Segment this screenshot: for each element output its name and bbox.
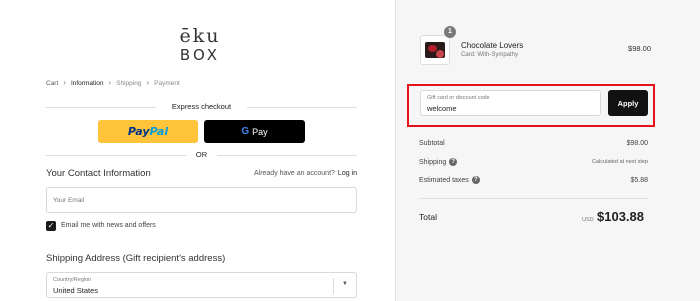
taxes-label: Estimated taxes xyxy=(419,176,469,184)
or-divider: OR xyxy=(46,150,357,159)
account-prompt-text: Already have an account? xyxy=(253,170,335,177)
shipping-value: Calculated at next step xyxy=(592,159,648,165)
chevron-right-icon: › xyxy=(108,78,112,87)
subtotal-value: $98.00 xyxy=(626,140,648,147)
shipping-label: Shipping xyxy=(419,158,447,166)
subtotal-label: Subtotal xyxy=(419,140,445,147)
paypal-button[interactable]: Pay Pal xyxy=(98,120,198,143)
checkmark-icon: ✓ xyxy=(47,221,55,230)
checkout-main-column: ēku BOX Cart › Information › Shipping › … xyxy=(0,0,395,301)
subtotal-row: Subtotal $98.00 xyxy=(419,140,648,147)
login-link[interactable]: Log in xyxy=(338,170,357,177)
product-thumbnail xyxy=(420,35,450,65)
google-g-icon: G xyxy=(241,126,250,137)
taxes-row: Estimated taxes ? $5.88 xyxy=(419,176,648,184)
help-icon[interactable]: ? xyxy=(471,176,480,184)
breadcrumb-shipping: Shipping xyxy=(116,79,142,87)
total-amount: $103.88 xyxy=(597,209,644,224)
logo-line-2: BOX xyxy=(179,46,221,64)
chevron-right-icon: › xyxy=(146,78,150,87)
apply-discount-button[interactable]: Apply xyxy=(608,90,648,116)
account-prompt: Already have an account? Log in xyxy=(254,170,357,177)
thumbnail-chocolate-shape xyxy=(436,50,444,58)
total-currency: USD xyxy=(582,217,594,223)
product-name: Chocolate Lovers xyxy=(461,41,524,50)
select-divider xyxy=(333,278,334,294)
newsletter-label[interactable]: Email me with news and offers xyxy=(61,222,156,229)
help-icon[interactable]: ? xyxy=(449,158,458,166)
email-field[interactable]: Your Email xyxy=(46,187,357,213)
product-variant: Card: With-Sympathy xyxy=(461,52,519,58)
shipping-label-group: Shipping ? xyxy=(419,158,458,166)
paypal-pal-text: Pal xyxy=(149,125,169,138)
summary-divider xyxy=(419,198,648,199)
discount-code-label: Gift card or discount code xyxy=(427,95,490,101)
product-price: $98.00 xyxy=(628,44,651,53)
chevron-right-icon: › xyxy=(63,78,66,87)
google-pay-button[interactable]: G Pay xyxy=(204,120,305,143)
paypal-pay-text: Pay xyxy=(127,125,150,138)
discount-code-input[interactable]: Gift card or discount code welcome xyxy=(420,90,601,116)
logo-line-1: ēku xyxy=(179,25,221,47)
discount-code-value: welcome xyxy=(427,104,457,113)
express-checkout-heading: Express checkout xyxy=(46,102,357,111)
taxes-label-group: Estimated taxes ? xyxy=(419,176,480,184)
total-label: Total xyxy=(419,212,437,222)
store-logo[interactable]: ēku BOX xyxy=(150,26,250,64)
country-label: Country/Region xyxy=(53,277,92,283)
country-select[interactable]: Country/Region United States ▼ xyxy=(46,272,357,298)
country-value: United States xyxy=(53,286,99,295)
google-pay-label: Pay xyxy=(252,126,268,137)
shipping-row: Shipping ? Calculated at next step xyxy=(419,158,648,166)
breadcrumb-information: Information xyxy=(70,79,104,87)
email-placeholder: Your Email xyxy=(53,197,85,204)
breadcrumb-cart[interactable]: Cart xyxy=(46,80,58,87)
quantity-badge: 1 xyxy=(444,26,456,38)
contact-section-title: Your Contact Information xyxy=(46,168,151,179)
newsletter-checkbox[interactable]: ✓ xyxy=(46,221,56,231)
shipping-section-title: Shipping Address (Gift recipient's addre… xyxy=(46,253,226,264)
breadcrumb: Cart › Information › Shipping › Payment xyxy=(46,79,180,87)
breadcrumb-payment: Payment xyxy=(154,79,180,87)
taxes-value: $5.88 xyxy=(630,176,648,184)
order-summary-panel: 1 Chocolate Lovers Card: With-Sympathy $… xyxy=(395,0,700,301)
chevron-down-icon: ▼ xyxy=(342,281,348,287)
